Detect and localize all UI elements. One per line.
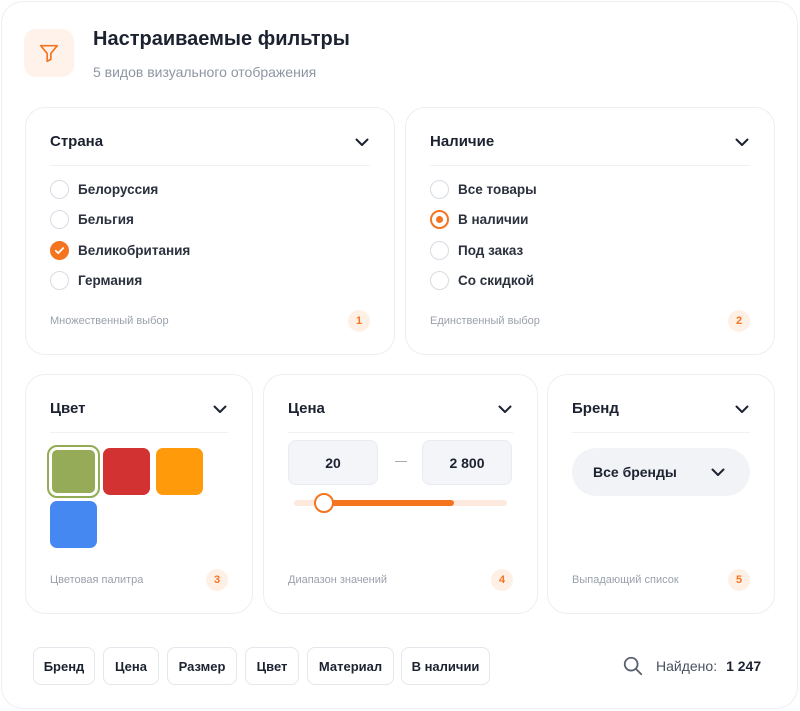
color-swatch-red[interactable]	[103, 448, 150, 495]
chevron-down-icon[interactable]	[734, 401, 750, 417]
card-title: Страна	[50, 133, 104, 150]
filter-chip-material[interactable]: Материал	[307, 647, 394, 685]
checkbox-option[interactable]: Великобритания	[50, 235, 190, 266]
color-filter-header[interactable]: Цвет	[50, 399, 228, 433]
card-footer-label: Множественный выбор	[50, 315, 169, 327]
chevron-down-icon[interactable]	[734, 134, 750, 150]
filter-chip-brand[interactable]: Бренд	[33, 647, 95, 685]
brand-filter-card: Бренд Все бренды Выпадающий список 5	[547, 374, 775, 614]
card-title: Бренд	[572, 400, 619, 417]
price-max-input[interactable]: 2 800	[422, 440, 512, 485]
brand-dropdown[interactable]: Все бренды	[572, 448, 750, 496]
card-footer-label: Единственный выбор	[430, 315, 540, 327]
page-title: Настраиваемые фильтры	[93, 28, 350, 50]
number-badge: 4	[491, 569, 513, 591]
radio-button[interactable]	[430, 271, 449, 291]
radio-button-selected[interactable]	[430, 210, 449, 230]
checkbox[interactable]	[50, 179, 69, 199]
range-separator	[395, 461, 407, 462]
checkbox-option[interactable]: Белоруссия	[50, 174, 190, 205]
checkbox[interactable]	[50, 210, 69, 230]
filter-chip-in-stock[interactable]: В наличии	[401, 647, 490, 685]
color-swatch-blue[interactable]	[50, 501, 97, 548]
option-label: Бельгия	[78, 212, 134, 228]
filter-chip-color[interactable]: Цвет	[245, 647, 299, 685]
chevron-down-icon[interactable]	[497, 401, 513, 417]
card-title: Наличие	[430, 133, 495, 150]
filter-chip-size[interactable]: Размер	[167, 647, 237, 685]
number-badge: 2	[728, 310, 750, 332]
card-footer-label: Выпадающий список	[572, 574, 679, 586]
checkbox-option[interactable]: Бельгия	[50, 205, 190, 236]
radio-button[interactable]	[430, 240, 449, 260]
page-subtitle: 5 видов визуального отображения	[93, 64, 317, 80]
card-footer-label: Диапазон значений	[288, 574, 388, 586]
price-slider-range	[324, 500, 454, 506]
country-filter-header[interactable]: Страна	[50, 132, 370, 166]
chevron-down-icon[interactable]	[212, 401, 228, 417]
card-footer-label: Цветовая палитра	[50, 574, 144, 586]
radio-option[interactable]: Все товары	[430, 174, 537, 205]
checkbox[interactable]	[50, 271, 69, 291]
radio-button[interactable]	[430, 179, 449, 199]
results-label: Найдено:	[656, 658, 718, 674]
option-label: В наличии	[458, 212, 529, 228]
radio-option[interactable]: Под заказ	[430, 235, 537, 266]
option-label: Все товары	[458, 181, 537, 197]
results-number: 1 247	[726, 658, 762, 674]
price-slider-handle[interactable]	[314, 493, 334, 513]
radio-option[interactable]: Со скидкой	[430, 266, 537, 297]
option-label: Со скидкой	[458, 273, 535, 289]
number-badge: 3	[206, 569, 228, 591]
option-label: Белоруссия	[78, 181, 159, 197]
results-count: Найдено: 1 247	[622, 652, 761, 680]
price-min-input[interactable]: 20	[288, 440, 378, 485]
checkbox-option[interactable]: Германия	[50, 266, 190, 297]
card-title: Цвет	[50, 400, 86, 417]
availability-filter-header[interactable]: Наличие	[430, 132, 750, 166]
funnel-icon	[24, 29, 74, 77]
color-swatch-orange[interactable]	[156, 448, 203, 495]
availability-filter-card: Наличие Все товары В наличии Под заказ С…	[405, 107, 775, 355]
checkbox-checked[interactable]	[50, 240, 69, 260]
search-icon[interactable]	[622, 655, 644, 677]
brand-filter-header[interactable]: Бренд	[572, 399, 750, 433]
price-filter-card: Цена 20 2 800 Диапазон значений 4	[263, 374, 538, 614]
checkmark-icon	[54, 246, 65, 254]
filter-chip-price[interactable]: Цена	[103, 647, 159, 685]
card-title: Цена	[288, 400, 325, 417]
price-filter-header[interactable]: Цена	[288, 399, 513, 433]
radio-option[interactable]: В наличии	[430, 205, 537, 236]
color-swatch-green[interactable]	[47, 445, 100, 498]
option-label: Германия	[78, 273, 143, 289]
chevron-down-icon[interactable]	[354, 134, 370, 150]
dropdown-value: Все бренды	[593, 464, 677, 480]
option-label: Под заказ	[458, 242, 524, 258]
country-filter-card: Страна Белоруссия Бельгия Великобритания…	[25, 107, 395, 355]
chevron-down-icon	[711, 468, 725, 476]
color-filter-card: Цвет Цветовая палитра 3	[25, 374, 253, 614]
number-badge: 5	[728, 569, 750, 591]
option-label: Великобритания	[78, 242, 191, 258]
number-badge: 1	[348, 310, 370, 332]
